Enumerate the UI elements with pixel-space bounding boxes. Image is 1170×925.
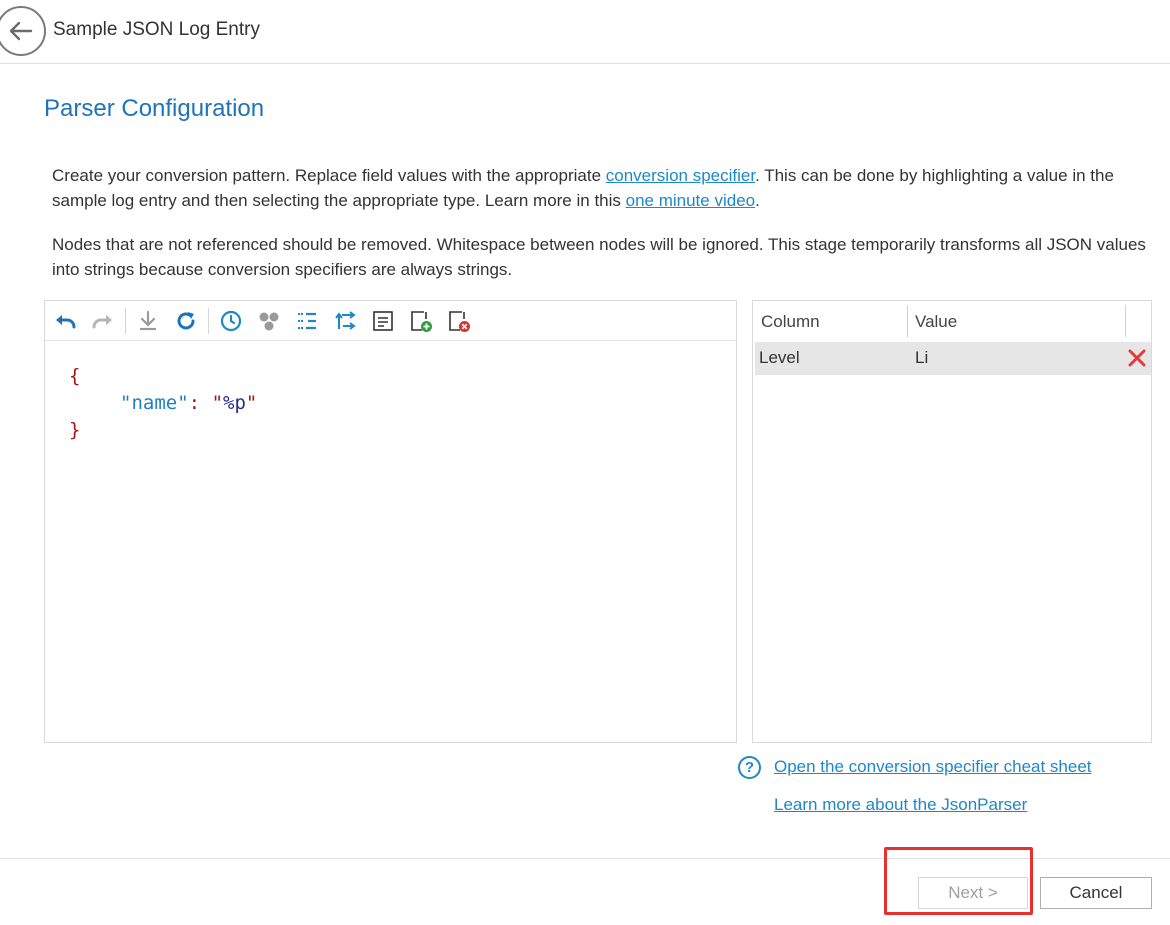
- open-brace: {: [69, 365, 81, 387]
- back-button[interactable]: [0, 6, 46, 56]
- undo-icon[interactable]: [53, 309, 77, 333]
- json-code[interactable]: { "name": "%p" }: [69, 363, 257, 444]
- redo-icon[interactable]: [91, 309, 115, 333]
- column-divider[interactable]: [1125, 305, 1126, 337]
- delete-row-icon[interactable]: [1125, 346, 1149, 370]
- download-icon[interactable]: [136, 309, 160, 333]
- page-title: Parser Configuration: [44, 95, 265, 122]
- code-line-entry: "name": "%p": [120, 392, 258, 414]
- json-key: name: [131, 392, 178, 414]
- code-line-close: }: [69, 417, 257, 444]
- one-minute-video-link[interactable]: one minute video: [626, 191, 755, 210]
- instructions-text: Create your conversion pattern. Replace …: [52, 163, 1152, 213]
- json-parser-link[interactable]: Learn more about the JsonParser: [774, 795, 1027, 815]
- editor-toolbar: [45, 301, 736, 341]
- row-value-cell: Li: [915, 348, 929, 367]
- text-icon[interactable]: [371, 309, 395, 333]
- clock-icon[interactable]: [219, 309, 243, 333]
- row-column-cell: Level: [759, 348, 800, 367]
- footer-divider: [0, 858, 1170, 859]
- column-value-table: Column Value Level Li: [752, 300, 1152, 743]
- close-brace: }: [69, 419, 81, 441]
- value-header[interactable]: Value: [915, 312, 957, 332]
- next-button[interactable]: Next >: [918, 877, 1028, 909]
- list-icon[interactable]: [295, 309, 319, 333]
- nodes-icon[interactable]: [257, 309, 281, 333]
- window-title: Sample JSON Log Entry: [53, 19, 260, 40]
- toolbar-separator: [125, 308, 126, 334]
- table-row[interactable]: Level Li: [755, 342, 1151, 375]
- table-header: Column Value: [753, 301, 1151, 341]
- json-colon: :: [188, 392, 201, 414]
- cancel-button[interactable]: Cancel: [1040, 877, 1152, 909]
- toolbar-separator: [208, 308, 209, 334]
- window-header: Sample JSON Log Entry: [0, 0, 1170, 64]
- code-line-open: {: [69, 363, 257, 390]
- refresh-icon[interactable]: [174, 309, 198, 333]
- nodes-note-text: Nodes that are not referenced should be …: [52, 235, 1146, 279]
- instructions-part3: .: [755, 191, 760, 210]
- help-icon[interactable]: ?: [738, 756, 761, 779]
- cheat-sheet-link[interactable]: Open the conversion specifier cheat shee…: [774, 757, 1092, 777]
- conversion-specifier-link[interactable]: conversion specifier: [606, 166, 755, 185]
- column-divider[interactable]: [907, 305, 908, 337]
- json-value[interactable]: %p: [223, 392, 246, 414]
- json-pattern-editor[interactable]: { "name": "%p" }: [44, 300, 737, 743]
- column-header[interactable]: Column: [761, 312, 820, 332]
- instructions-part1: Create your conversion pattern. Replace …: [52, 166, 606, 185]
- arrow-left-icon: [9, 21, 33, 41]
- remove-node-icon[interactable]: [447, 309, 471, 333]
- swap-icon[interactable]: [333, 309, 357, 333]
- add-node-icon[interactable]: [409, 309, 433, 333]
